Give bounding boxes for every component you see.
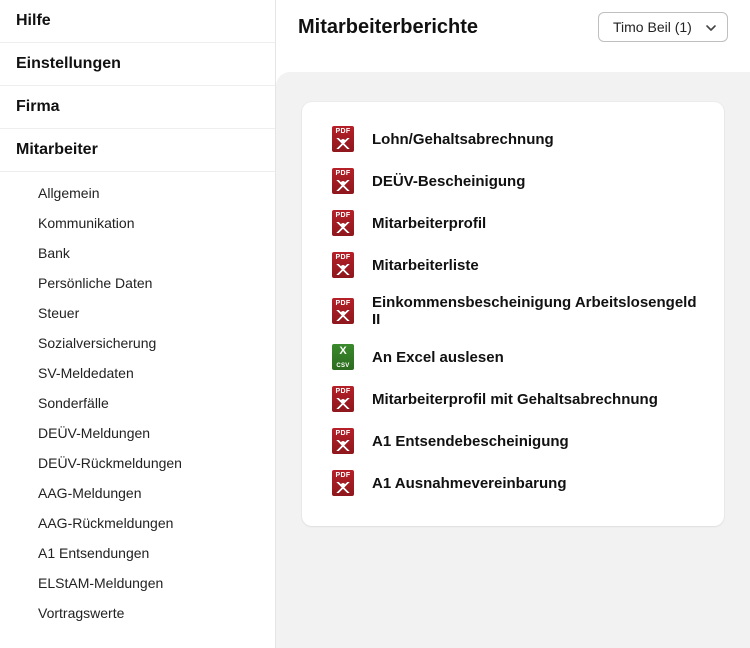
sidebar: Hilfe Einstellungen Firma Mitarbeiter Al… (0, 0, 276, 648)
nav-sub-item-sonderfaelle[interactable]: Sonderfälle (0, 388, 275, 418)
nav-item-einstellungen[interactable]: Einstellungen (0, 43, 275, 86)
main-header: Mitarbeiterberichte Timo Beil (1) (276, 0, 750, 54)
report-label: A1 Entsendebescheinigung (372, 433, 569, 450)
nav-sub-item-bank[interactable]: Bank (0, 238, 275, 268)
report-einkommensbescheinigung-alg2[interactable]: Einkommensbescheinigung Arbeitslosengeld… (332, 286, 700, 336)
page-title: Mitarbeiterberichte (298, 16, 478, 39)
report-a1-ausnahmevereinbarung[interactable]: A1 Ausnahmevereinbarung (332, 462, 700, 504)
report-label: Einkommensbescheinigung Arbeitslosengeld… (372, 294, 700, 328)
pdf-icon (332, 470, 354, 496)
report-label: A1 Ausnahmevereinbarung (372, 475, 567, 492)
report-a1-entsendebescheinigung[interactable]: A1 Entsendebescheinigung (332, 420, 700, 462)
nav-sub-item-sozialversicherung[interactable]: Sozialversicherung (0, 328, 275, 358)
nav-sub-item-elstam-meldungen[interactable]: ELStAM-Meldungen (0, 568, 275, 598)
nav-sub-item-a1-entsendungen[interactable]: A1 Entsendungen (0, 538, 275, 568)
nav-item-mitarbeiter[interactable]: Mitarbeiter (0, 129, 275, 172)
report-label: DEÜV-Bescheinigung (372, 173, 525, 190)
main: Mitarbeiterberichte Timo Beil (1) Lohn/G… (276, 0, 750, 648)
nav-sub-list-mitarbeiter: Allgemein Kommunikation Bank Persönliche… (0, 172, 275, 638)
nav-sub-item-deuev-rueckmeldungen[interactable]: DEÜV-Rückmeldungen (0, 448, 275, 478)
report-mitarbeiterprofil[interactable]: Mitarbeiterprofil (332, 202, 700, 244)
excel-csv-icon (332, 344, 354, 370)
nav-sub-item-steuer[interactable]: Steuer (0, 298, 275, 328)
pdf-icon (332, 252, 354, 278)
main-body: Lohn/Gehaltsabrechnung DEÜV-Bescheinigun… (276, 72, 750, 648)
report-label: Lohn/Gehaltsabrechnung (372, 131, 554, 148)
nav-sub-item-aag-rueckmeldungen[interactable]: AAG-Rückmeldungen (0, 508, 275, 538)
pdf-icon (332, 210, 354, 236)
report-label: An Excel auslesen (372, 349, 504, 366)
nav-sub-item-allgemein[interactable]: Allgemein (0, 178, 275, 208)
report-label: Mitarbeiterprofil mit Gehaltsabrechnung (372, 391, 658, 408)
nav-sub-item-aag-meldungen[interactable]: AAG-Meldungen (0, 478, 275, 508)
nav-sub-item-sv-meldedaten[interactable]: SV-Meldedaten (0, 358, 275, 388)
pdf-icon (332, 168, 354, 194)
employee-picker-value: Timo Beil (1) (613, 19, 692, 35)
nav-sub-item-kommunikation[interactable]: Kommunikation (0, 208, 275, 238)
nav-sub-item-vortragswerte[interactable]: Vortragswerte (0, 598, 275, 628)
nav-sub-item-deuev-meldungen[interactable]: DEÜV-Meldungen (0, 418, 275, 448)
pdf-icon (332, 386, 354, 412)
report-deuev-bescheinigung[interactable]: DEÜV-Bescheinigung (332, 160, 700, 202)
reports-card: Lohn/Gehaltsabrechnung DEÜV-Bescheinigun… (302, 102, 724, 526)
report-an-excel-auslesen[interactable]: An Excel auslesen (332, 336, 700, 378)
nav-item-hilfe[interactable]: Hilfe (0, 0, 275, 43)
report-label: Mitarbeiterliste (372, 257, 479, 274)
chevron-down-icon (705, 21, 717, 33)
report-mitarbeiterliste[interactable]: Mitarbeiterliste (332, 244, 700, 286)
employee-picker[interactable]: Timo Beil (1) (598, 12, 728, 42)
pdf-icon (332, 428, 354, 454)
report-label: Mitarbeiterprofil (372, 215, 486, 232)
report-mitarbeiterprofil-mit-gehaltsabrechnung[interactable]: Mitarbeiterprofil mit Gehaltsabrechnung (332, 378, 700, 420)
pdf-icon (332, 298, 354, 324)
nav-sub-item-persoenliche-daten[interactable]: Persönliche Daten (0, 268, 275, 298)
nav-item-firma[interactable]: Firma (0, 86, 275, 129)
pdf-icon (332, 126, 354, 152)
report-lohn-gehaltsabrechnung[interactable]: Lohn/Gehaltsabrechnung (332, 118, 700, 160)
